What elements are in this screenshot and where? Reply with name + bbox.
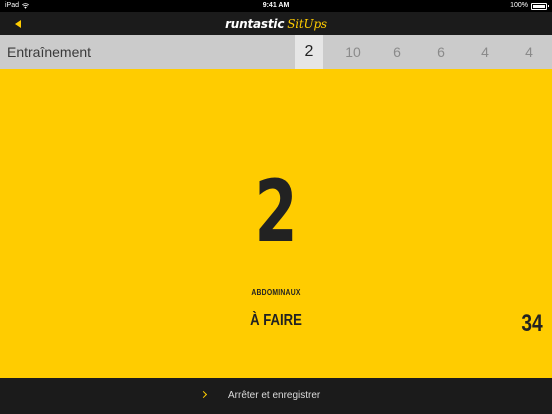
set-cell-5[interactable]: 4: [471, 35, 499, 69]
status-bar: iPad 9:41 AM 100%: [0, 0, 552, 12]
remaining-count: 34: [521, 310, 543, 337]
set-cell-4[interactable]: 6: [427, 35, 455, 69]
chevron-right-icon: [199, 390, 208, 399]
main-panel: 2 ABDOMINAUX À FAIRE 34: [0, 69, 552, 378]
logo-main: runtastic: [225, 16, 285, 31]
workout-label: Entraînement: [7, 44, 92, 60]
status-right: 100%: [510, 0, 549, 12]
status-time: 9:41 AM: [262, 2, 290, 9]
battery-fill: [533, 4, 545, 8]
set-cell-2[interactable]: 10: [339, 35, 367, 69]
battery-icon: [531, 2, 549, 10]
app-logo: runtastic SitUps: [0, 12, 552, 35]
stop-and-save-button[interactable]: Arrêter et enregistrer: [0, 378, 552, 414]
rep-count: 2: [254, 162, 298, 262]
nav-bar: runtastic SitUps: [0, 12, 552, 35]
logo-sub: SitUps: [287, 16, 327, 31]
set-cell-3[interactable]: 6: [383, 35, 411, 69]
workout-row: Entraînement 2 10 6 6 4 4: [0, 35, 552, 69]
stop-label: Arrêter et enregistrer: [228, 390, 321, 401]
set-cell-6[interactable]: 4: [515, 35, 543, 69]
todo-label: À FAIRE: [250, 312, 302, 329]
battery-percent: 100%: [510, 2, 528, 9]
exercise-name: ABDOMINAUX: [251, 287, 301, 297]
set-cell-1[interactable]: 2: [295, 35, 323, 69]
